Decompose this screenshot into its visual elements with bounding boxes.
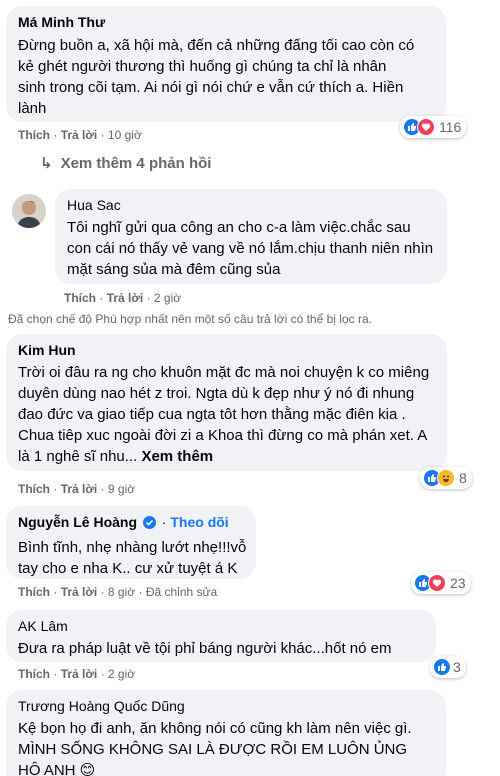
reaction-summary[interactable]: 116 [400,116,467,138]
comment-bubble: Nguyễn Lê Hoàng · Theo dõi Bình tĩnh, nh… [6,506,256,579]
comment-author[interactable]: Má Minh Thư [18,13,434,31]
comment-author[interactable]: Hua Sac [67,196,435,214]
like-link[interactable]: Thích [18,585,50,599]
comment-text: Trời oi đâu ra ng cho khuôn mặt đc mà no… [18,364,430,465]
haha-reaction-icon [437,469,455,487]
reaction-summary[interactable]: 3 [430,656,466,678]
reply-link[interactable]: Trả lời [61,128,98,142]
like-link[interactable]: Thích [18,667,50,681]
reply-link[interactable]: Trả lời [61,667,98,681]
heart-reaction-icon [428,574,446,592]
comment-author[interactable]: Trương Hoàng Quốc Dũng [18,697,434,715]
comment-bubble: Kim Hun Trời oi đâu ra ng cho khuôn mặt … [6,334,447,471]
comment-time[interactable]: 2 giờ [154,291,181,305]
comment-author[interactable]: Nguyễn Lê Hoàng [18,514,137,530]
comment-text: Bình tĩnh, nhẹ nhàng lướt nhẹ!!!vỗ tay c… [18,539,247,577]
comment-author[interactable]: Kim Hun [18,341,435,359]
reply-link[interactable]: Trả lời [107,291,144,305]
reaction-count: 23 [450,575,466,591]
comment-actions: Thích · Trả lời · 2 giờ [64,291,182,305]
comment-author-row: Nguyễn Lê Hoàng · Theo dõi [18,513,244,533]
reaction-summary[interactable]: 23 [411,572,471,594]
view-more-replies[interactable]: ↳ Xem thêm 4 phản hồi [40,154,211,172]
comment-text: Đưa ra pháp luật về tội phỉ báng người k… [18,640,392,657]
comment-time[interactable]: 2 giờ [108,667,135,681]
verified-badge-icon [142,515,156,533]
comment-actions: Thích · Trả lời · 10 giờ [18,128,142,142]
like-link[interactable]: Thích [64,291,96,305]
comment-bubble: Trương Hoàng Quốc Dũng Kệ bọn họ đi anh,… [6,690,446,776]
comment-text: Đừng buồn a, xã hội mà, đến cả những đấn… [18,37,415,117]
heart-reaction-icon [417,118,435,136]
reaction-summary[interactable]: 8 [420,467,472,489]
filter-notice: Đã chọn chế độ Phù hợp nhất nên một số c… [8,312,372,326]
see-more-link[interactable]: Xem thêm [141,448,213,465]
comment-time[interactable]: 10 giờ [108,128,142,142]
comment-text: Kệ bọn họ đi anh, ăn không nói có cũng k… [18,720,412,776]
comment-bubble: Má Minh Thư Đừng buồn a, xã hội mà, đến … [6,6,446,122]
reply-arrow-icon: ↳ [40,155,53,172]
reaction-count: 8 [459,470,467,486]
reply-link[interactable]: Trả lời [61,585,98,599]
comment-actions: Thích · Trả lời · 9 giờ [18,482,136,496]
like-link[interactable]: Thích [18,482,50,496]
edited-label: Đã chỉnh sửa [145,585,218,599]
reaction-count: 3 [453,659,461,675]
comment-time[interactable]: 8 giờ [108,585,135,599]
reaction-count: 116 [439,119,462,135]
comment-text: Tôi nghĩ gửi qua công an cho c-a làm việ… [67,219,434,278]
like-reaction-icon [433,658,451,676]
comment-actions: Thích · Trả lời · 8 giờ · Đã chỉnh sửa [18,585,218,599]
comment-actions: Thích · Trả lời · 2 giờ [18,667,136,681]
avatar[interactable] [12,194,46,228]
comment-time[interactable]: 9 giờ [108,482,135,496]
reply-link[interactable]: Trả lời [61,482,98,496]
comment-author[interactable]: AK Lâm [18,617,424,635]
follow-button[interactable]: Theo dõi [170,514,228,530]
comment-bubble: Hua Sac Tôi nghĩ gửi qua công an cho c-a… [55,189,447,284]
like-link[interactable]: Thích [18,128,50,142]
comment-bubble: AK Lâm Đưa ra pháp luật về tội phỉ báng … [6,610,436,662]
